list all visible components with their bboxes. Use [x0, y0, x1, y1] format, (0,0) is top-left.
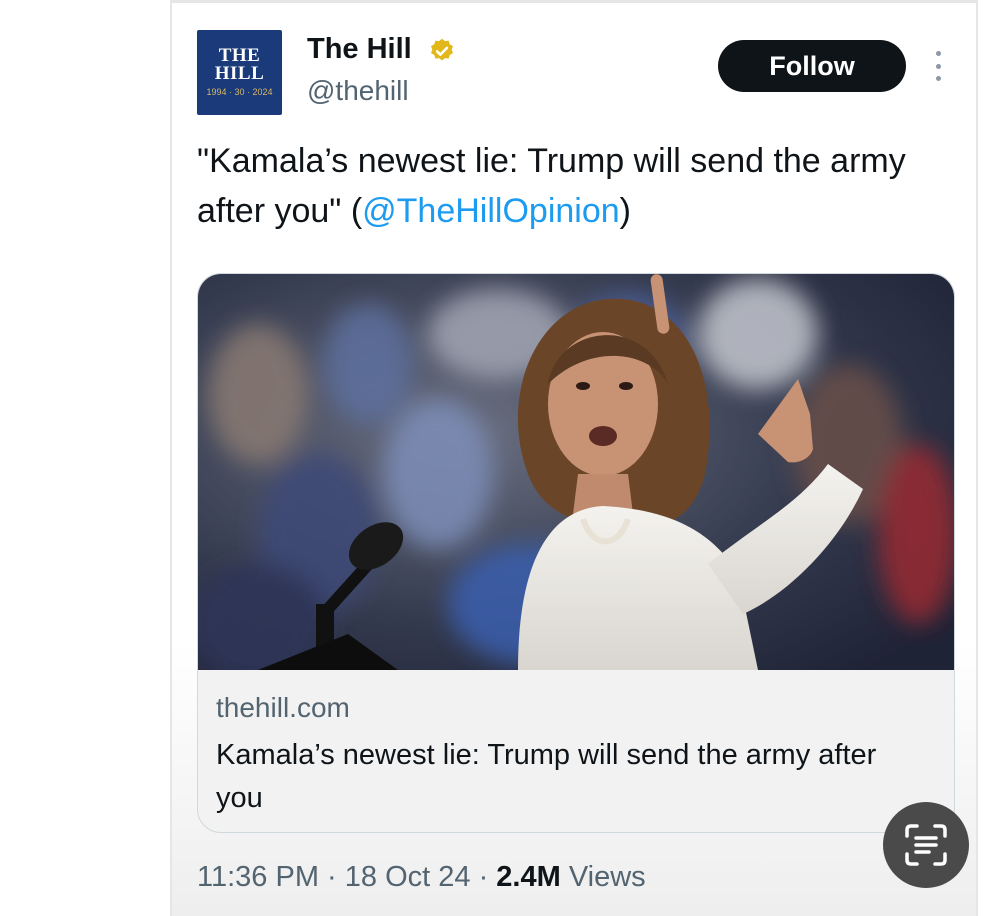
- more-options-icon[interactable]: [930, 51, 946, 81]
- meta-separator: ·: [470, 861, 497, 893]
- tweet-date[interactable]: 18 Oct 24: [345, 861, 471, 893]
- tweet-meta: 11:36 PM · 18 Oct 24 · 2.4M Views: [197, 861, 646, 894]
- article-photo[interactable]: [198, 274, 954, 670]
- text-scan-icon: [905, 824, 947, 866]
- avatar-logo-sub: 1994 · 30 · 2024: [206, 87, 273, 97]
- tweet-time[interactable]: 11:36 PM: [197, 861, 319, 893]
- tweet-card: THE HILL 1994 · 30 · 2024 The Hill @theh…: [170, 0, 978, 916]
- mention-link[interactable]: @TheHillOpinion: [362, 192, 620, 230]
- handle[interactable]: @thehill: [307, 75, 409, 107]
- tweet-text: "Kamala’s newest lie: Trump will send th…: [197, 136, 957, 236]
- views-count: 2.4M: [496, 861, 561, 893]
- article-photo-graphic: [198, 274, 954, 670]
- page: THE HILL 1994 · 30 · 2024 The Hill @theh…: [0, 0, 1000, 916]
- avatar-logo-line2: HILL: [214, 63, 265, 84]
- link-domain: thehill.com: [216, 692, 350, 723]
- link-title: Kamala’s newest lie: Trump will send the…: [216, 739, 877, 814]
- text-scan-button[interactable]: [883, 802, 969, 888]
- views-label: Views: [568, 861, 646, 893]
- display-name[interactable]: The Hill: [307, 33, 412, 66]
- follow-button[interactable]: Follow: [718, 40, 906, 92]
- meta-separator: ·: [318, 861, 345, 893]
- verified-badge-icon: [431, 38, 453, 61]
- tweet-text-end: ): [619, 192, 631, 230]
- link-preview-card[interactable]: thehill.com Kamala’s newest lie: Trump w…: [197, 273, 955, 833]
- avatar[interactable]: THE HILL 1994 · 30 · 2024: [197, 30, 282, 115]
